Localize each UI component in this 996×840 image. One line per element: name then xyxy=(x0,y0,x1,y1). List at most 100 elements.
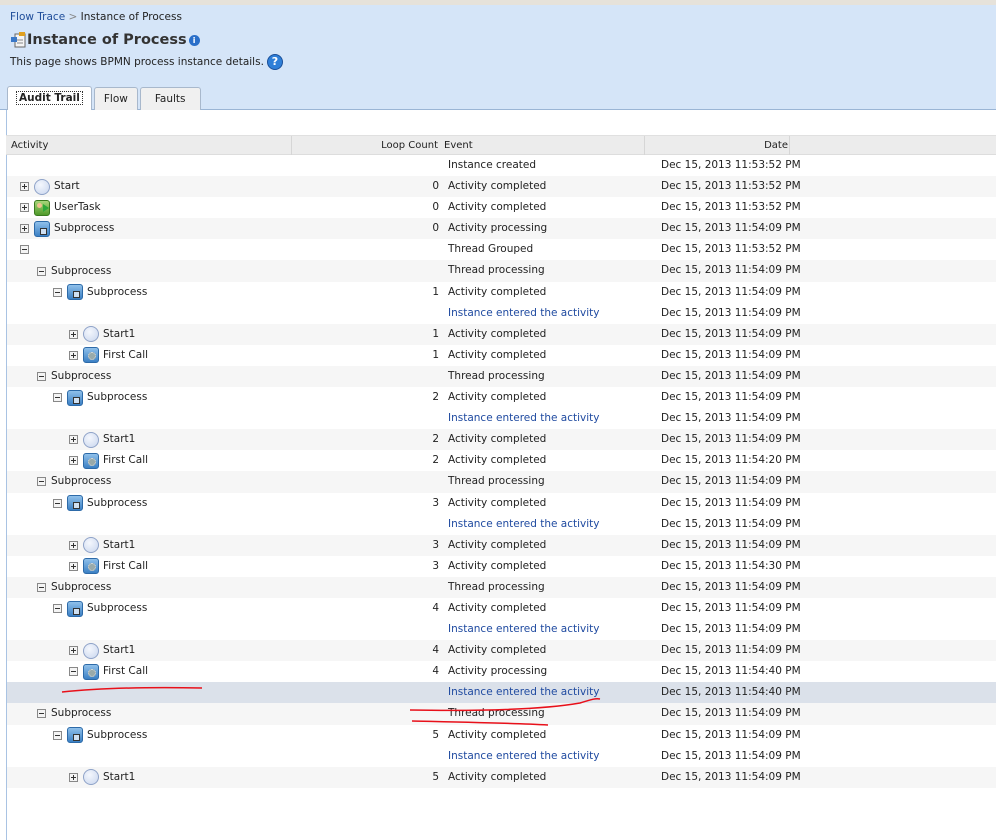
loop-count: 2 xyxy=(432,454,439,467)
expand-icon[interactable] xyxy=(20,203,29,213)
event[interactable]: Instance entered the activity xyxy=(448,682,600,703)
table-row[interactable]: First Call 3 Activity completed Dec 15, … xyxy=(7,556,996,577)
service-task-icon xyxy=(83,663,99,680)
table-row[interactable]: Subprocess Thread processing Dec 15, 201… xyxy=(7,260,996,282)
date: Dec 15, 2013 11:54:09 PM xyxy=(661,475,801,488)
table-row[interactable]: Subprocess 5 Activity completed Dec 15, … xyxy=(7,725,996,746)
breadcrumb-flow-trace[interactable]: Flow Trace xyxy=(10,11,65,23)
collapse-icon[interactable] xyxy=(37,266,46,276)
subprocess-icon xyxy=(67,600,83,617)
table-row[interactable]: Subprocess Thread processing Dec 15, 201… xyxy=(7,703,996,725)
date: Dec 15, 2013 11:54:09 PM xyxy=(661,749,801,762)
page-description: This page shows BPMN process instance de… xyxy=(10,54,283,70)
expand-icon[interactable] xyxy=(69,456,78,466)
event[interactable]: Instance entered the activity xyxy=(448,303,600,324)
table-row[interactable]: First Call 4 Activity processing Dec 15,… xyxy=(7,661,996,682)
event: Activity completed xyxy=(448,728,547,741)
activity-name: Subprocess xyxy=(51,580,112,593)
date: Dec 15, 2013 11:54:09 PM xyxy=(661,580,801,593)
table-row[interactable]: Thread Grouped Dec 15, 2013 11:53:52 PM xyxy=(7,239,996,260)
collapse-icon[interactable] xyxy=(53,604,62,614)
table-row[interactable]: Start1 3 Activity completed Dec 15, 2013… xyxy=(7,534,996,556)
table-row[interactable]: First Call 2 Activity completed Dec 15, … xyxy=(7,450,996,471)
table-row[interactable]: Subprocess 1 Activity completed Dec 15, … xyxy=(7,282,996,303)
service-task-icon xyxy=(83,347,99,364)
activity-cell: Start1 xyxy=(69,535,135,556)
table-row[interactable]: Instance entered the activity Dec 15, 20… xyxy=(7,746,996,767)
subprocess-icon xyxy=(67,495,83,512)
collapse-icon[interactable] xyxy=(53,498,62,508)
collapse-icon[interactable] xyxy=(53,730,62,740)
collapse-icon[interactable] xyxy=(53,393,62,403)
collapse-icon[interactable] xyxy=(69,667,78,677)
expand-icon[interactable] xyxy=(69,329,78,339)
tab-faults[interactable]: Faults xyxy=(139,87,201,111)
expand-icon[interactable] xyxy=(69,435,78,445)
expand-icon[interactable] xyxy=(69,540,78,550)
table-row[interactable]: Subprocess 0 Activity processing Dec 15,… xyxy=(7,218,996,240)
table-row[interactable]: Subprocess 4 Activity completed Dec 15, … xyxy=(7,598,996,619)
table-row[interactable]: Instance entered the activity Dec 15, 20… xyxy=(7,408,996,429)
table-row[interactable]: Subprocess Thread processing Dec 15, 201… xyxy=(7,365,996,388)
table-row[interactable]: UserTask 0 Activity completed Dec 15, 20… xyxy=(7,197,996,218)
activity-name: Subprocess xyxy=(51,707,112,720)
table-row[interactable]: Instance entered the activity Dec 15, 20… xyxy=(7,682,996,704)
table-row[interactable]: Start1 4 Activity completed Dec 15, 2013… xyxy=(7,640,996,662)
collapse-icon[interactable] xyxy=(37,582,46,592)
event[interactable]: Instance entered the activity xyxy=(448,514,600,535)
tab-label: Audit Trail xyxy=(16,91,83,105)
table-row[interactable]: Instance entered the activity Dec 15, 20… xyxy=(7,303,996,324)
event: Activity completed xyxy=(448,180,547,193)
table-row[interactable]: Subprocess Thread processing Dec 15, 201… xyxy=(7,576,996,598)
table-row[interactable]: Start1 2 Activity completed Dec 15, 2013… xyxy=(7,429,996,451)
table-row[interactable]: Start1 5 Activity completed Dec 15, 2013… xyxy=(7,766,996,788)
column-header-activity[interactable]: Activity xyxy=(6,136,292,155)
date: Dec 15, 2013 11:54:09 PM xyxy=(661,306,801,319)
table-row[interactable]: Subprocess 2 Activity completed Dec 15, … xyxy=(7,387,996,408)
tab-flow[interactable]: Flow xyxy=(93,87,138,111)
table-row[interactable]: Instance created Dec 15, 2013 11:53:52 P… xyxy=(7,155,996,176)
loop-count: 1 xyxy=(432,348,439,361)
activity-cell xyxy=(20,239,34,260)
event: Activity completed xyxy=(448,454,547,467)
table-row[interactable]: Instance entered the activity Dec 15, 20… xyxy=(7,514,996,535)
loop-count: 0 xyxy=(432,180,439,193)
column-header-event[interactable]: Event xyxy=(442,136,645,155)
table-row[interactable]: Start 0 Activity completed Dec 15, 2013 … xyxy=(7,176,996,198)
info-icon[interactable]: i xyxy=(188,34,200,46)
expand-icon[interactable] xyxy=(69,772,78,782)
date: Dec 15, 2013 11:54:09 PM xyxy=(661,327,801,340)
loop-count: 3 xyxy=(432,538,439,551)
date: Dec 15, 2013 11:54:09 PM xyxy=(661,728,801,741)
expand-icon[interactable] xyxy=(20,182,29,192)
start-event-icon xyxy=(83,769,99,786)
collapse-icon[interactable] xyxy=(37,709,46,719)
collapse-icon[interactable] xyxy=(20,245,29,255)
event: Thread Grouped xyxy=(448,243,534,256)
table-row[interactable]: Instance entered the activity Dec 15, 20… xyxy=(7,619,996,640)
column-header-loop-count[interactable]: Loop Count xyxy=(292,136,442,155)
event: Activity completed xyxy=(448,496,547,509)
activity-name: Start1 xyxy=(103,538,136,551)
event[interactable]: Instance entered the activity xyxy=(448,619,600,640)
column-header-date[interactable]: Date xyxy=(645,136,790,155)
expand-icon[interactable] xyxy=(69,561,78,571)
expand-icon[interactable] xyxy=(20,224,29,234)
collapse-icon[interactable] xyxy=(37,477,46,487)
expand-icon[interactable] xyxy=(69,646,78,656)
activity-name: Start1 xyxy=(103,327,136,340)
table-row[interactable]: Subprocess 3 Activity completed Dec 15, … xyxy=(7,493,996,514)
activity-name: First Call xyxy=(103,665,149,678)
table-row[interactable]: Start1 1 Activity completed Dec 15, 2013… xyxy=(7,323,996,345)
collapse-icon[interactable] xyxy=(37,371,46,381)
event[interactable]: Instance entered the activity xyxy=(448,746,600,767)
event[interactable]: Instance entered the activity xyxy=(448,408,600,429)
table-row[interactable]: Subprocess Thread processing Dec 15, 201… xyxy=(7,471,996,493)
collapse-icon[interactable] xyxy=(53,287,62,297)
help-icon[interactable]: ? xyxy=(266,54,283,70)
date: Dec 15, 2013 11:54:20 PM xyxy=(661,454,801,467)
table-row[interactable]: First Call 1 Activity completed Dec 15, … xyxy=(7,345,996,366)
start-event-icon xyxy=(83,537,99,554)
activity-cell: Subprocess xyxy=(37,366,111,387)
expand-icon[interactable] xyxy=(69,350,78,360)
